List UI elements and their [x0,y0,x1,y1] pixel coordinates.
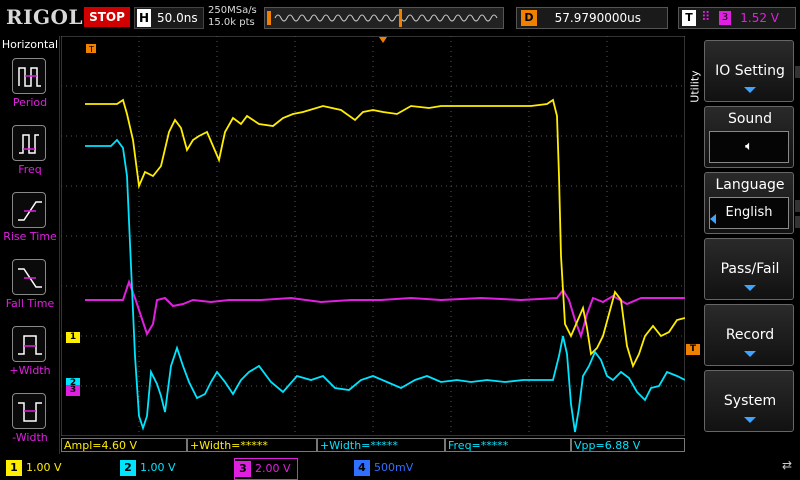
timebase-display[interactable]: H 50.0ns [134,7,204,29]
chevron-down-icon [744,351,756,357]
measure-positive-width-label: +Width [9,364,51,377]
system-label: System [723,393,777,409]
record-button[interactable]: Record [704,304,794,366]
oscilloscope-screen: RIGOL STOP H 50.0ns 250MSa/s 15.0k pts D… [0,0,800,480]
acquisition-info: 250MSa/s 15.0k pts [208,5,257,29]
chevron-down-icon [744,285,756,291]
horizontal-badge: H [137,9,151,27]
language-button[interactable]: Language English [704,172,794,234]
measurement-item[interactable]: +Width=***** [317,438,445,452]
sample-rate: 250MSa/s [208,5,257,16]
chevron-down-icon [744,87,756,93]
delay-value: 57.9790000us [554,11,641,25]
channel-3-scale: 2.00 V [255,462,291,475]
measurement-item[interactable]: +Width=***** [187,438,317,452]
system-button[interactable]: System [704,370,794,432]
rising-edge-icon: ⠿ [701,10,711,25]
channel-2-badge: 2 [120,460,136,476]
fall-time-icon [12,259,46,295]
io-setting-button[interactable]: IO Setting [704,40,794,102]
channel-4-badge: 4 [354,460,370,476]
status-bar: RIGOL STOP H 50.0ns 250MSa/s 15.0k pts D… [0,0,800,36]
delay-badge: D [521,10,537,26]
measure-fall-time[interactable]: Fall Time [0,259,60,321]
chevron-down-icon [744,417,756,423]
channel-3-setting[interactable]: 3 2.00 V [234,458,298,480]
channel-1-setting[interactable]: 1 1.00 V [6,458,62,480]
language-value: English [709,197,789,229]
channel-4-setting[interactable]: 4 500mV [354,458,413,480]
sound-label: Sound [727,111,773,127]
channel-3-marker[interactable]: 3 [66,385,80,396]
utility-tab-label: Utility [688,70,702,103]
measure-period[interactable]: Period [0,58,60,120]
chevron-left-icon [710,214,716,224]
timebase-value: 50.0ns [157,11,198,25]
measure-menu: Horizontal Period Freq Rise Time Fall Ti… [0,36,60,454]
measure-frequency[interactable]: Freq [0,125,60,187]
channel-4-scale: 500mV [374,461,414,474]
softkey-indicator [795,66,800,78]
speaker-icon: 🔈︎ [709,131,789,163]
delay-display[interactable]: D 57.9790000us [516,7,668,29]
channel-3-badge: 3 [235,461,251,477]
positive-width-icon [12,326,46,362]
trigger-level-marker[interactable]: T [686,344,700,355]
brand-logo: RIGOL [6,5,84,29]
memory-position-marker-label: T [88,45,94,54]
pass-fail-button[interactable]: Pass/Fail [704,238,794,300]
negative-width-icon [12,393,46,429]
measure-positive-width[interactable]: +Width [0,326,60,388]
pass-fail-label: Pass/Fail [720,261,780,277]
channel-1-marker[interactable]: 1 [66,332,80,343]
channel-2-setting[interactable]: 2 1.00 V [120,458,176,480]
trigger-badge: T [682,10,696,26]
measurement-bar: Ampl=4.60 V +Width=***** +Width=***** Fr… [61,438,685,452]
rise-time-icon [12,192,46,228]
memory-overview[interactable] [264,7,504,29]
channel-1-badge: 1 [6,460,22,476]
measure-rise-time[interactable]: Rise Time [0,192,60,254]
measure-frequency-label: Freq [18,163,42,176]
softkey-indicator [795,200,800,212]
channel-bar: 1 1.00 V 2 1.00 V 3 2.00 V 4 500mV ⇄ [0,454,800,480]
channel-1-scale: 1.00 V [26,461,62,474]
language-label: Language [715,177,785,193]
measure-period-label: Period [12,96,48,109]
channel-2-scale: 1.00 V [140,461,176,474]
measure-fall-time-label: Fall Time [5,297,55,310]
period-icon [12,58,46,94]
sound-button[interactable]: Sound 🔈︎ [704,106,794,168]
run-stop-indicator[interactable]: STOP [84,7,130,27]
memory-overview-waveform [267,9,498,27]
measurement-item[interactable]: Vpp=6.88 V [571,438,685,452]
measurement-item[interactable]: Ampl=4.60 V [61,438,187,452]
trigger-display[interactable]: T ⠿ 3 1.52 V [678,7,796,29]
measure-negative-width[interactable]: -Width [0,393,60,455]
frequency-icon [12,125,46,161]
trigger-level: 1.52 V [740,11,779,25]
measure-negative-width-label: -Width [12,431,48,444]
softkey-indicator [795,216,800,228]
measure-menu-title: Horizontal [1,38,59,51]
measure-rise-time-label: Rise Time [3,230,57,243]
waveform-display[interactable]: T [61,36,685,436]
memory-depth: 15.0k pts [208,17,255,28]
usb-icon: ⇄ [781,458,792,472]
utility-tab: Utility [686,40,704,150]
record-label: Record [725,327,775,343]
measurement-item[interactable]: Freq=***** [445,438,571,452]
trigger-source-badge: 3 [719,11,731,25]
io-setting-label: IO Setting [715,63,785,79]
